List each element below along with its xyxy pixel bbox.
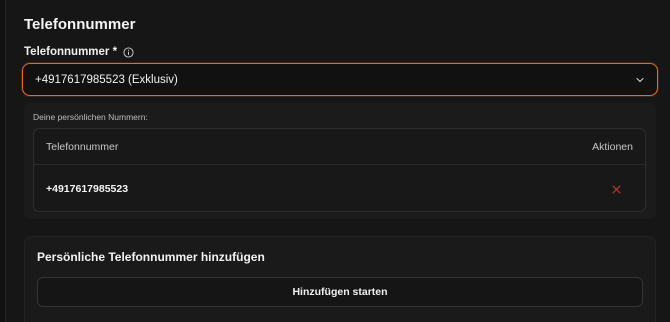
info-circle-icon[interactable] (123, 46, 134, 58)
chevron-down-icon (636, 77, 644, 82)
phone-field-label-text: Telefonnummer * (24, 46, 118, 58)
table-header: Telefonnummer Aktionen (34, 129, 645, 165)
column-header-actions: Aktionen (592, 140, 633, 153)
section-title: Telefonnummer (24, 16, 136, 33)
personal-numbers-title: Deine persönlichen Nummern: (33, 112, 148, 122)
personal-numbers-box: Deine persönlichen Nummern: Telefonnumme… (24, 103, 656, 219)
start-adding-button[interactable]: Hinzufügen starten (37, 277, 643, 307)
phone-number-select[interactable]: +4917617985523 (Exklusiv) (22, 63, 658, 96)
phone-number-cell: +4917617985523 (46, 183, 129, 195)
phone-field-label: Telefonnummer * (24, 46, 134, 58)
column-header-number: Telefonnummer (46, 140, 119, 153)
phone-settings-panel: Telefonnummer Telefonnummer * +491761798… (5, 0, 670, 322)
table-row: +4917617985523 (34, 165, 645, 213)
add-number-title: Persönliche Telefonnummer hinzufügen (37, 250, 265, 264)
add-number-section: Persönliche Telefonnummer hinzufügen Hin… (24, 236, 656, 322)
phone-number-select-value: +4917617985523 (Exklusiv) (35, 73, 178, 86)
delete-number-button[interactable] (607, 180, 625, 198)
delete-x-icon (611, 184, 621, 194)
personal-numbers-table: Telefonnummer Aktionen +4917617985523 (33, 128, 646, 212)
